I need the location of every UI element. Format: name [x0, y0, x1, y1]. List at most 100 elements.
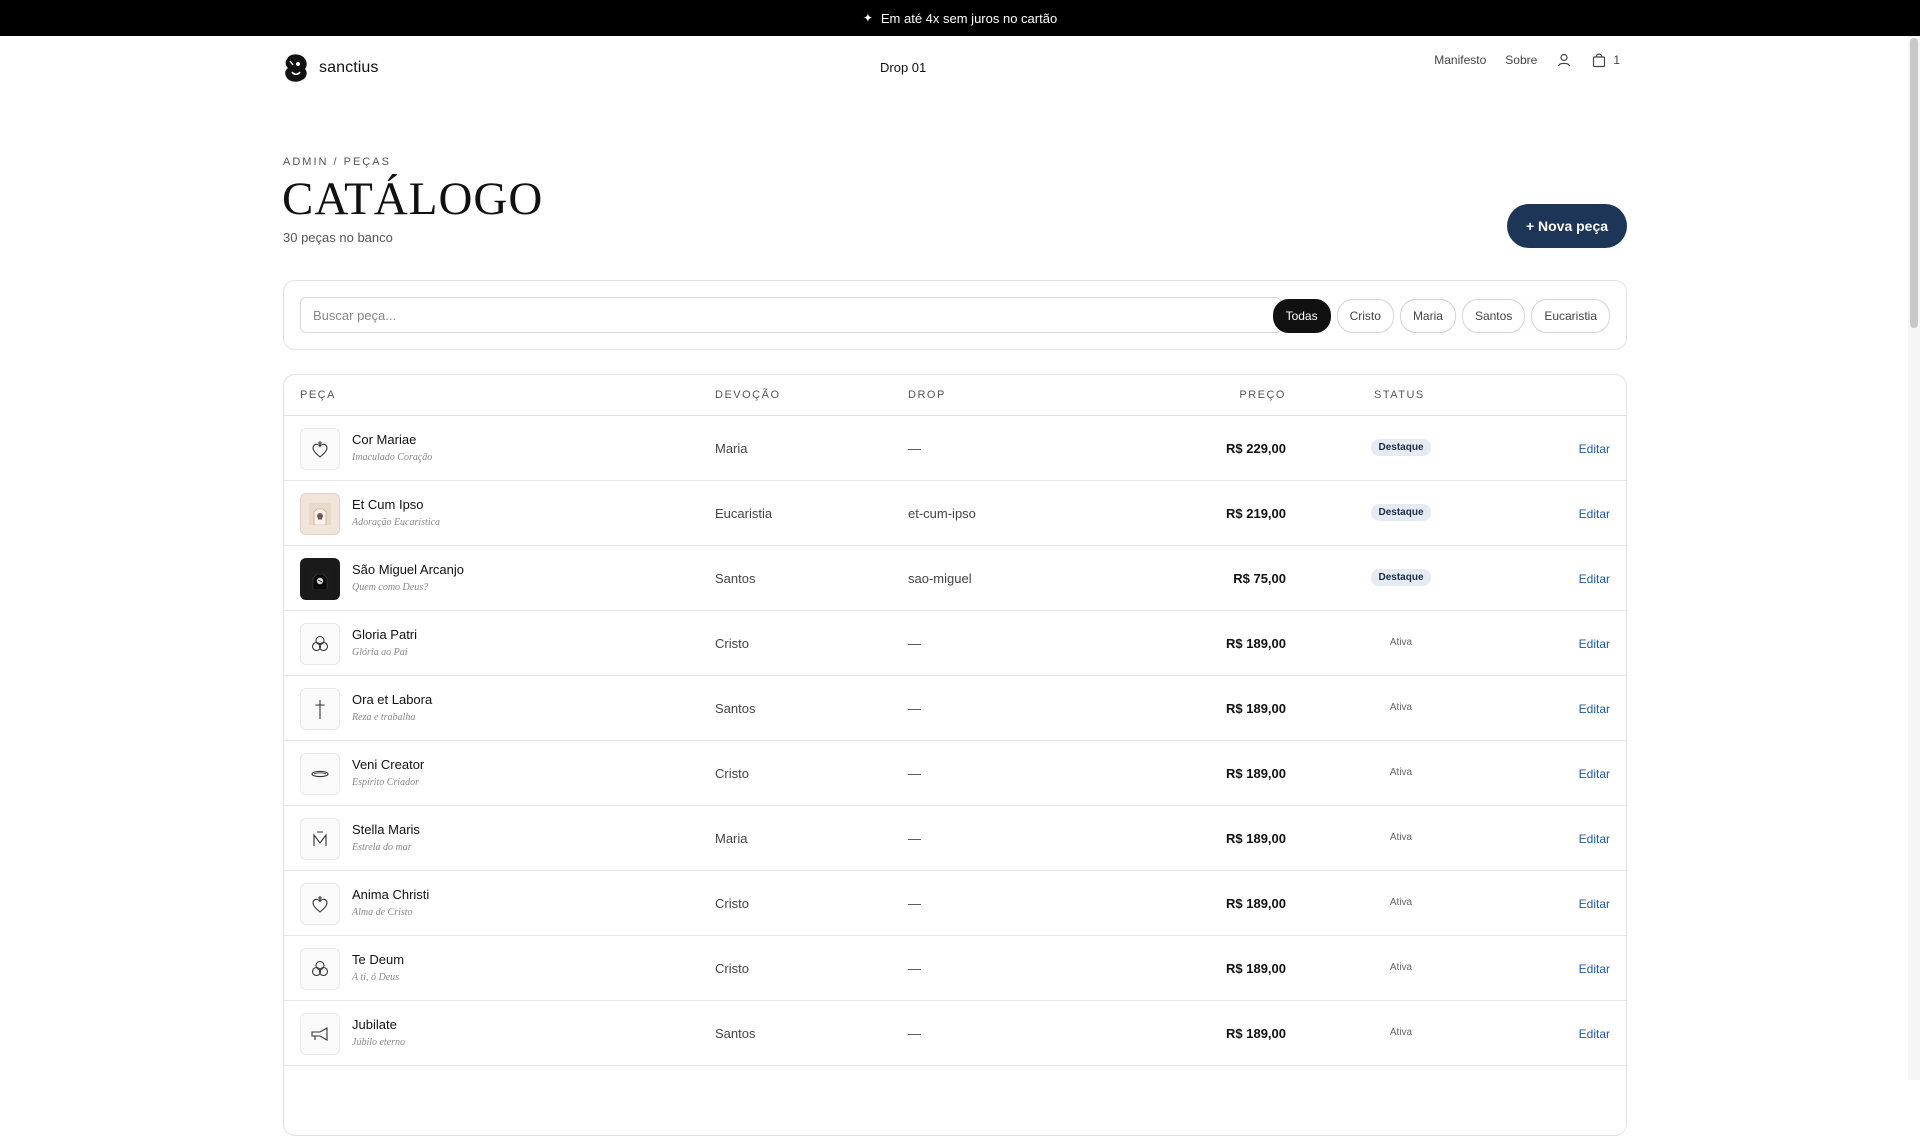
item-status: Ativa [1341, 829, 1461, 843]
edit-link[interactable]: Editar [1579, 897, 1610, 911]
item-price: R$ 229,00 [1226, 441, 1286, 456]
item-drop: — [908, 701, 921, 716]
item-drop: — [908, 831, 921, 846]
page-title: CATÁLOGO [282, 173, 544, 225]
table-row[interactable]: Anima Christi Alma de Cristo Cristo — R$ 189… [284, 871, 1626, 936]
item-name: Anima Christi [352, 887, 430, 902]
edit-link[interactable]: Editar [1579, 572, 1610, 586]
item-price: R$ 189,00 [1226, 766, 1286, 781]
col-peca: PEÇA [300, 389, 336, 401]
promo-bar: ✦ Em até 4x sem juros no cartão [0, 0, 1920, 36]
edit-link[interactable]: Editar [1579, 637, 1610, 651]
status-text: Ativa [1389, 1027, 1413, 1038]
item-subtitle: Reza e trabalha [352, 712, 416, 723]
table-row[interactable]: Ora et Labora Reza e trabalha Santos — R$ 18… [284, 676, 1626, 741]
item-drop: — [908, 896, 921, 911]
table-row[interactable]: Veni Creator Espírito Criador Cristo — R$ 18… [284, 741, 1626, 806]
drop-label[interactable]: Drop 01 [880, 60, 926, 75]
table-row[interactable]: Et Cum Ipso Adoração Eucarística Eucaristi… [284, 481, 1626, 546]
item-devocao: Cristo [715, 961, 749, 976]
filter-cristo[interactable]: Cristo [1336, 299, 1394, 333]
item-name: Cor Mariae [352, 432, 417, 447]
table-row[interactable]: Cor Mariae Imaculado Coração Maria — R$ 229,… [284, 416, 1626, 481]
item-status: Ativa [1341, 699, 1461, 713]
col-status: STATUS [1374, 389, 1425, 401]
item-subtitle: Imaculado Coração [352, 452, 433, 463]
catalog-table: PEÇA DEVOÇÃO DROP PREÇO STATUS Cor Maria… [283, 374, 1627, 1136]
edit-link[interactable]: Editar [1579, 1027, 1610, 1041]
item-price: R$ 189,00 [1226, 831, 1286, 846]
item-subtitle: Alma de Cristo [352, 907, 413, 918]
item-drop: — [908, 1026, 921, 1041]
scrollbar-thumb[interactable] [1910, 38, 1918, 328]
shopping-bag-icon [1591, 52, 1607, 68]
new-item-button[interactable]: + Nova peça [1507, 204, 1627, 248]
item-subtitle: Júbilo eterno [352, 1037, 406, 1048]
edit-link[interactable]: Editar [1579, 507, 1610, 521]
edit-link[interactable]: Editar [1579, 832, 1610, 846]
item-status: Ativa [1341, 894, 1461, 908]
item-drop: — [908, 766, 921, 781]
product-photo-icon [300, 493, 340, 535]
nav-sobre[interactable]: Sobre [1505, 53, 1537, 67]
edit-link[interactable]: Editar [1579, 767, 1610, 781]
item-price: R$ 75,00 [1233, 571, 1286, 586]
nav-manifesto[interactable]: Manifesto [1434, 53, 1486, 67]
item-status: Destaque [1341, 569, 1461, 586]
item-status: Ativa [1341, 1024, 1461, 1038]
table-row[interactable]: Te Deum A ti, ó Deus Cristo — R$ 189,00 Ativa… [284, 936, 1626, 1001]
edit-link[interactable]: Editar [1579, 702, 1610, 716]
status-text: Ativa [1389, 832, 1413, 843]
lion-logo-icon [285, 54, 307, 82]
item-count: 30 peças no banco [283, 230, 393, 245]
col-drop: DROP [908, 389, 946, 401]
filter-eucaristia[interactable]: Eucaristia [1531, 299, 1610, 333]
edit-link[interactable]: Editar [1579, 442, 1610, 456]
item-subtitle: Quem como Deus? [352, 582, 429, 593]
table-row[interactable]: Jubilate Júbilo eterno Santos — R$ 189,00 Ati… [284, 1001, 1626, 1066]
search-panel: Todas Cristo Maria Santos Eucaristia [283, 280, 1627, 350]
edit-link[interactable]: Editar [1579, 962, 1610, 976]
item-name: São Miguel Arcanjo [352, 562, 465, 577]
col-preco: PREÇO [1239, 389, 1286, 401]
trinity-icon [300, 623, 340, 665]
item-price: R$ 219,00 [1226, 506, 1286, 521]
item-name: Et Cum Ipso [352, 497, 424, 512]
status-badge: Destaque [1371, 439, 1431, 456]
item-devocao: Maria [715, 831, 748, 846]
status-badge: Destaque [1371, 569, 1431, 586]
table-row[interactable]: Gloria Patri Glória ao Pai Cristo — R$ 189,0… [284, 611, 1626, 676]
sparkle-icon: ✦ [862, 11, 873, 25]
filter-santos[interactable]: Santos [1461, 299, 1526, 333]
user-icon[interactable] [1556, 52, 1572, 68]
brand-name: sanctius [319, 59, 379, 76]
item-status: Ativa [1341, 959, 1461, 973]
item-devocao: Santos [715, 1026, 756, 1041]
item-devocao: Cristo [715, 636, 749, 651]
item-name: Gloria Patri [352, 627, 418, 642]
cart-count: 1 [1613, 53, 1620, 67]
col-devocao: DEVOÇÃO [715, 389, 781, 401]
trumpet-icon [300, 1013, 340, 1055]
item-devocao: Santos [715, 571, 756, 586]
brand-link[interactable]: sanctius [283, 53, 379, 83]
item-status: Destaque [1341, 439, 1461, 456]
filter-maria[interactable]: Maria [1399, 299, 1456, 333]
item-name: Veni Creator [352, 757, 425, 772]
status-text: Ativa [1389, 767, 1413, 778]
search-input[interactable] [300, 297, 1282, 333]
breadcrumb: ADMIN / PEÇAS [283, 156, 391, 168]
item-price: R$ 189,00 [1226, 1026, 1286, 1041]
filter-todas[interactable]: Todas [1272, 299, 1331, 333]
item-name: Ora et Labora [352, 692, 433, 707]
table-row[interactable]: São Miguel Arcanjo Quem como Deus? Santos s… [284, 546, 1626, 611]
item-price: R$ 189,00 [1226, 701, 1286, 716]
table-row[interactable]: Stella Maris Estrela do mar Maria — R$ 189,0… [284, 806, 1626, 871]
item-drop: — [908, 441, 921, 456]
heart-icon [300, 883, 340, 925]
item-price: R$ 189,00 [1226, 636, 1286, 651]
item-subtitle: Estrela do mar [352, 842, 412, 853]
item-price: R$ 189,00 [1226, 896, 1286, 911]
cart-button[interactable]: 1 [1591, 52, 1620, 68]
item-drop: — [908, 961, 921, 976]
